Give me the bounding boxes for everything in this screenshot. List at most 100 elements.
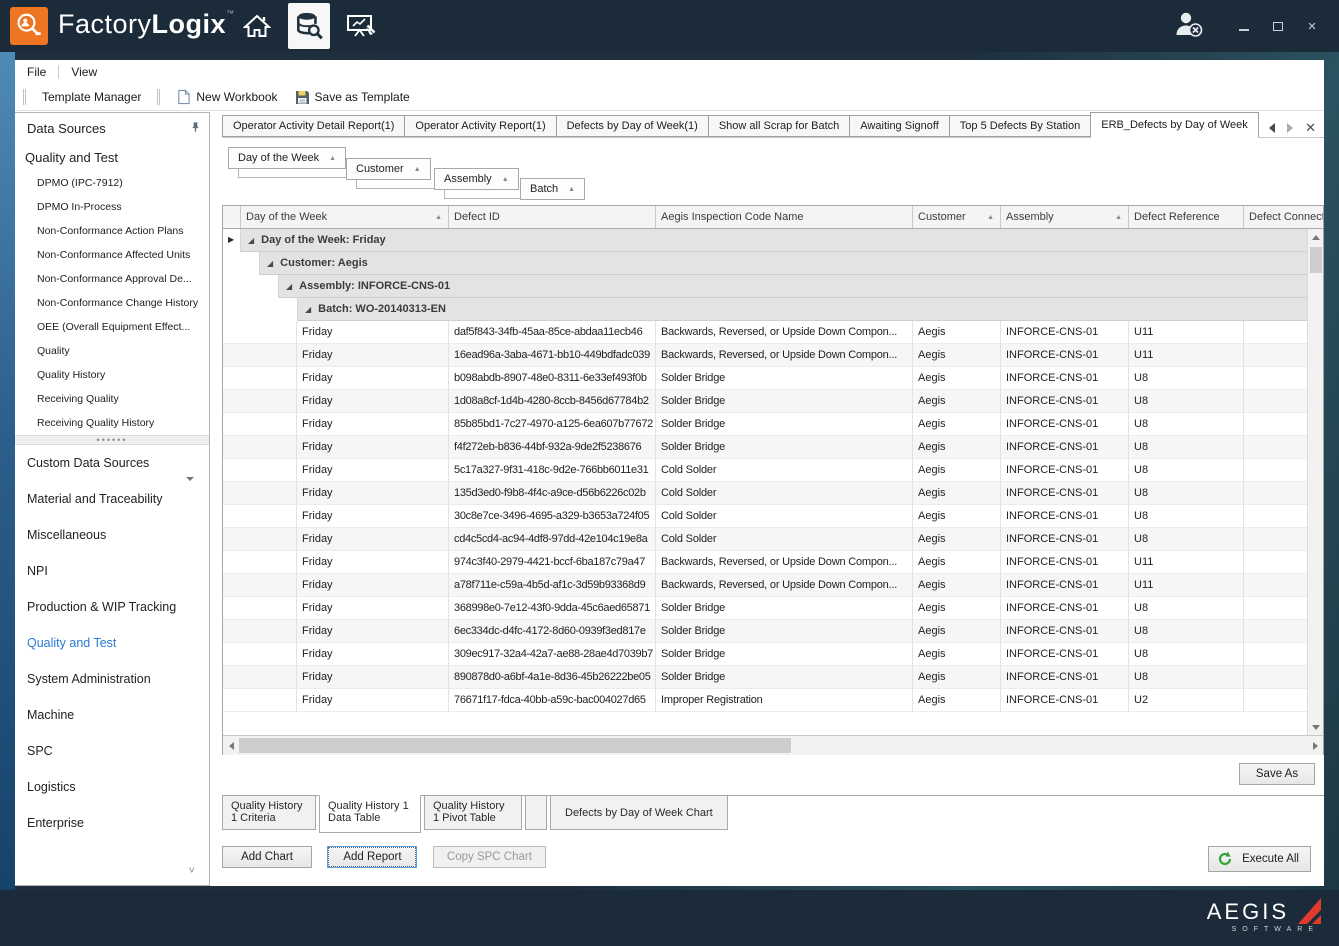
tree-item[interactable]: Receiving Quality (15, 387, 209, 411)
more-items-icon[interactable] (186, 481, 194, 499)
execute-all-button[interactable]: Execute All (1208, 846, 1311, 872)
collapse-group-icon[interactable]: ◢ (286, 282, 292, 291)
presentation-icon[interactable] (340, 3, 382, 49)
sheet-tab[interactable]: Quality History 1 Pivot Table (424, 796, 522, 830)
add-chart-button[interactable]: Add Chart (222, 846, 312, 868)
sheet-tab[interactable]: Defects by Day of Week Chart (550, 796, 728, 830)
sort-ascending-icon[interactable]: ▲ (414, 166, 421, 173)
report-tab[interactable]: Top 5 Defects By Station (949, 115, 1090, 137)
report-tab[interactable]: Operator Activity Detail Report(1) (222, 115, 404, 137)
table-row[interactable]: Friday f4f272eb-b836-44bf-932a-9de2f5238… (223, 436, 1307, 459)
column-header[interactable]: Aegis Inspection Code Name ▲ (656, 206, 913, 228)
vertical-scrollbar[interactable] (1307, 229, 1323, 735)
toolbar-grip[interactable] (23, 89, 28, 105)
group-row[interactable]: ◢ Day of the Week: Friday (223, 229, 1307, 252)
tree-item[interactable]: DPMO (IPC-7912) (15, 171, 209, 195)
scroll-right-arrow[interactable] (1307, 736, 1323, 755)
sidebar-category[interactable]: Material and Traceability (15, 481, 209, 517)
tree-item[interactable]: Receiving Quality History (15, 411, 209, 435)
tab-scroll-left-icon[interactable] (1269, 123, 1275, 133)
scroll-left-arrow[interactable] (223, 736, 239, 755)
table-row[interactable]: Friday 16ead96a-3aba-4671-bb10-449bdfadc… (223, 344, 1307, 367)
close-button[interactable]: × (1303, 17, 1321, 35)
column-header[interactable]: Defect Connect ▲ (1244, 206, 1323, 228)
report-tab[interactable]: Operator Activity Report(1) (404, 115, 555, 137)
menu-file[interactable]: File (15, 65, 58, 79)
tree-item[interactable]: Quality (15, 339, 209, 363)
user-logout-icon[interactable] (1173, 10, 1205, 43)
pin-icon[interactable] (190, 121, 201, 136)
table-row[interactable]: Friday 30c8e7ce-3496-4695-a329-b3653a724… (223, 505, 1307, 528)
tree-item[interactable]: Non-Conformance Affected Units (15, 243, 209, 267)
collapse-group-icon[interactable]: ◢ (267, 259, 273, 268)
group-row[interactable]: ◢ Batch: WO-20140313-EN (223, 298, 1307, 321)
table-row[interactable]: Friday 890878d0-a6bf-4a1e-8d36-45b26222b… (223, 666, 1307, 689)
tree-item[interactable]: DPMO In-Process (15, 195, 209, 219)
toolbar-grip[interactable] (157, 89, 162, 105)
group-chip[interactable]: Day of the Week ▲ (228, 147, 346, 169)
tree-item[interactable]: Non-Conformance Approval De... (15, 267, 209, 291)
report-tab[interactable]: Defects by Day of Week(1) (556, 115, 708, 137)
add-report-button[interactable]: Add Report (327, 846, 417, 868)
sidebar-category[interactable]: System Administration (15, 661, 209, 697)
sidebar-category[interactable]: Miscellaneous (15, 517, 209, 553)
sidebar-category[interactable]: Custom Data Sources (15, 445, 209, 481)
home-icon[interactable] (236, 3, 278, 49)
sort-ascending-icon[interactable]: ▲ (568, 186, 575, 193)
table-row[interactable]: Friday 6ec334dc-d4fc-4172-8d60-0939f3ed8… (223, 620, 1307, 643)
sidebar-category[interactable]: Machine (15, 697, 209, 733)
table-row[interactable]: Friday 309ec917-32a4-42a7-ae88-28ae4d703… (223, 643, 1307, 666)
sidebar-category[interactable]: Production & WIP Tracking (15, 589, 209, 625)
table-row[interactable]: Friday daf5f843-34fb-45aa-85ce-abdaa11ec… (223, 321, 1307, 344)
table-row[interactable]: Friday 1d08a8cf-1d4b-4280-8ccb-8456d6778… (223, 390, 1307, 413)
horizontal-scroll-thumb[interactable] (239, 738, 791, 753)
sheet-tab[interactable] (525, 796, 547, 830)
new-workbook-button[interactable]: New Workbook (168, 89, 285, 105)
sort-ascending-icon[interactable]: ▲ (502, 176, 509, 183)
scroll-down-chevron-icon[interactable]: ˅ (189, 865, 195, 877)
group-chip[interactable]: Batch ▲ (520, 178, 585, 200)
report-tab[interactable]: Awaiting Signoff (849, 115, 948, 137)
collapse-group-icon[interactable]: ◢ (305, 305, 311, 314)
data-analysis-icon[interactable] (288, 3, 330, 49)
menu-view[interactable]: View (59, 65, 109, 79)
template-manager-button[interactable]: Template Manager (34, 90, 149, 104)
sidebar-category[interactable]: Enterprise (15, 805, 209, 841)
table-row[interactable]: Friday b098abdb-8907-48e0-8311-6e33ef493… (223, 367, 1307, 390)
table-row[interactable]: Friday a78f711e-c59a-4b5d-af1c-3d59b9336… (223, 574, 1307, 597)
table-row[interactable]: Friday 76671f17-fdca-40bb-a59c-bac004027… (223, 689, 1307, 712)
group-row[interactable]: ◢ Assembly: INFORCE-CNS-01 (223, 275, 1307, 298)
tree-header-quality-and-test[interactable]: Quality and Test (15, 143, 209, 171)
tab-scroll-right-icon[interactable] (1287, 123, 1293, 133)
save-as-template-button[interactable]: Save as Template (286, 89, 418, 105)
sidebar-splitter[interactable]: •••••• (15, 435, 209, 445)
minimize-button[interactable] (1235, 17, 1253, 35)
sidebar-category[interactable]: Quality and Test (15, 625, 209, 661)
table-row[interactable]: Friday 974c3f40-2979-4421-bccf-6ba187c79… (223, 551, 1307, 574)
tree-item[interactable]: Quality History (15, 363, 209, 387)
tree-item[interactable]: Non-Conformance Action Plans (15, 219, 209, 243)
table-row[interactable]: Friday 85b85bd1-7c27-4970-a125-6ea607b77… (223, 413, 1307, 436)
column-header[interactable]: Assembly ▲ (1001, 206, 1129, 228)
table-row[interactable]: Friday 135d3ed0-f9b8-4f4c-a9ce-d56b6226c… (223, 482, 1307, 505)
report-tab[interactable]: ERB_Defects by Day of Week (1090, 112, 1259, 138)
column-header[interactable]: Defect Reference ▲ (1129, 206, 1244, 228)
sheet-tab[interactable]: Quality History 1 Criteria (222, 796, 316, 830)
collapse-group-icon[interactable]: ◢ (248, 236, 254, 245)
tree-item[interactable]: OEE (Overall Equipment Effect... (15, 315, 209, 339)
column-header[interactable]: Customer ▲ (913, 206, 1001, 228)
group-chip[interactable]: Assembly ▲ (434, 168, 519, 190)
sidebar-category[interactable]: SPC (15, 733, 209, 769)
tab-close-icon[interactable]: ✕ (1305, 123, 1316, 133)
horizontal-scrollbar[interactable] (223, 735, 1323, 755)
table-row[interactable]: Friday 368998e0-7e12-43f0-9dda-45c6aed65… (223, 597, 1307, 620)
group-chip[interactable]: Customer ▲ (346, 158, 431, 180)
sidebar-category[interactable]: Logistics (15, 769, 209, 805)
sidebar-category[interactable]: NPI (15, 553, 209, 589)
vertical-scroll-thumb[interactable] (1310, 247, 1322, 273)
table-row[interactable]: Friday 5c17a327-9f31-418c-9d2e-766bb6011… (223, 459, 1307, 482)
column-header[interactable]: Defect ID ▲ (449, 206, 656, 228)
group-row[interactable]: ◢ Customer: Aegis (223, 252, 1307, 275)
tree-item[interactable]: Non-Conformance Change History (15, 291, 209, 315)
scroll-up-arrow[interactable] (1308, 229, 1323, 245)
